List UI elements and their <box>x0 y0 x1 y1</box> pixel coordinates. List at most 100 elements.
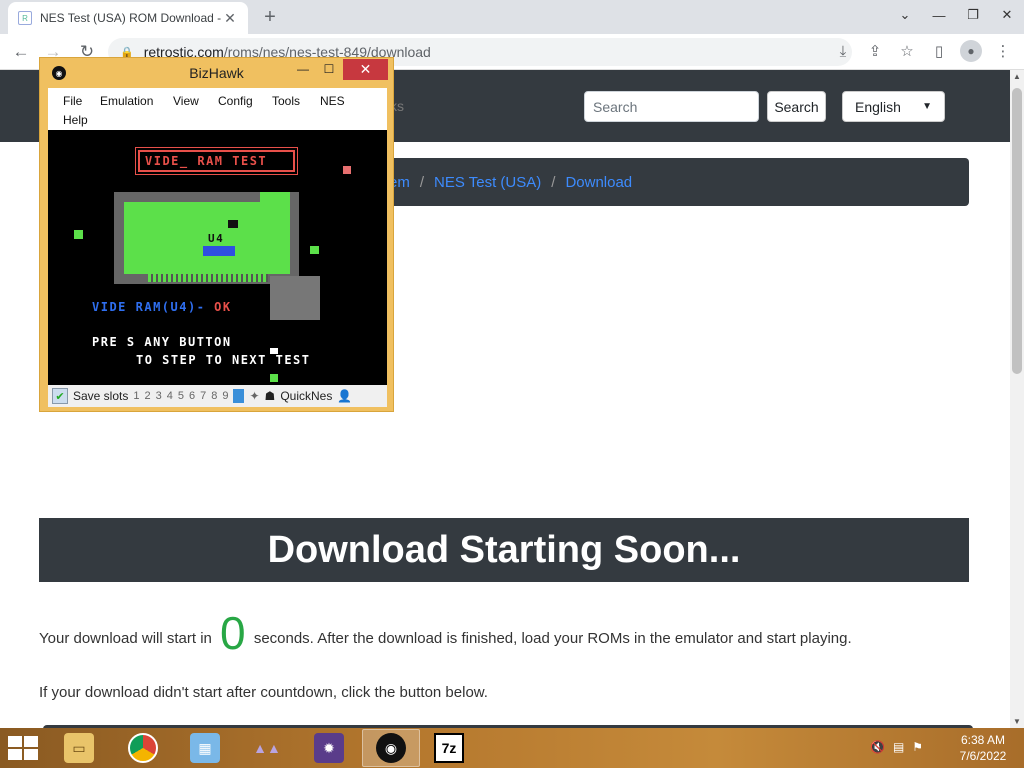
save-slot-8[interactable]: 8 <box>211 390 217 402</box>
volume-muted-icon[interactable]: 🔇 <box>870 740 885 754</box>
browser-tab-strip: R NES Test (USA) ROM Download - ✕ + ⌄ — … <box>0 0 1024 34</box>
prompt-line-2: TO STEP TO NEXT TEST <box>136 353 311 367</box>
minimize-button[interactable]: — <box>922 0 956 30</box>
side-panel-icon[interactable]: ▯ <box>928 40 950 64</box>
taskbar-app-cat[interactable]: ✹ <box>300 729 358 767</box>
green-pixel-left <box>74 230 83 239</box>
chip-label: U4 <box>208 232 225 245</box>
folder-icon: ▭ <box>64 733 94 763</box>
bizhawk-minimize-button[interactable]: — <box>292 62 314 82</box>
core-name: QuickNes <box>280 389 333 403</box>
red-pixel <box>343 166 351 174</box>
search-input[interactable]: Search <box>584 91 759 122</box>
tab-search-button[interactable]: ⌄ <box>888 0 922 30</box>
bizhawk-title: BizHawk <box>189 65 244 81</box>
scroll-up-icon[interactable]: ▲ <box>1010 72 1024 81</box>
clock-time: 6:38 AM <box>960 733 1006 747</box>
share-icon[interactable]: ⇪ <box>864 40 886 64</box>
save-slot-1[interactable]: 1 <box>133 390 139 402</box>
taskbar-chrome[interactable] <box>114 729 172 767</box>
new-tab-button[interactable]: + <box>258 6 282 30</box>
save-slot-6[interactable]: 6 <box>189 390 195 402</box>
bizhawk-menubar: File Emulation View Config Tools NES Hel… <box>48 88 387 130</box>
close-window-button[interactable]: ✕ <box>990 0 1024 30</box>
taskbar-file-explorer[interactable]: ▭ <box>50 729 108 767</box>
prompt-line-1: PRE S ANY BUTTON <box>92 335 232 349</box>
restore-button[interactable]: ❐ <box>956 0 990 30</box>
system-tray: 🔇 ▤ ⚑ <box>870 740 923 754</box>
white-pixel <box>270 348 278 354</box>
chip-board-notch <box>260 192 290 204</box>
tab-title: NES Test (USA) ROM Download - <box>40 11 222 25</box>
bizhawk-window: ◉ BizHawk — ☐ ✕ File Emulation View Conf… <box>39 57 394 412</box>
download-heading: Download Starting Soon... <box>39 518 969 582</box>
checkmark-icon[interactable]: ✔ <box>52 388 68 404</box>
toolbar-actions: ⤓ ⇪ ☆ ▯ ● ⋮ <box>832 40 1014 64</box>
chip-blue-block <box>203 246 235 256</box>
language-select[interactable]: English ▼ <box>842 91 945 122</box>
user-icon: 👤 <box>337 389 353 403</box>
save-slot-4[interactable]: 4 <box>167 390 173 402</box>
page-scrollbar[interactable]: ▲ ▼ <box>1010 70 1024 728</box>
taskbar-clock[interactable]: 6:38 AM 7/6/2022 <box>950 732 1016 764</box>
breadcrumb-item-game[interactable]: NES Test (USA) <box>434 174 541 191</box>
save-slots-label: Save slots <box>73 389 129 403</box>
menu-view[interactable]: View <box>173 94 199 108</box>
windows-taskbar: ▭ ▦ ▲▲ ✹ ◉ 7z 🔇 ▤ ⚑ 6:38 AM 7/6/2022 <box>0 728 1024 768</box>
save-slot-5[interactable]: 5 <box>178 390 184 402</box>
sevenzip-icon: 7z <box>434 733 464 763</box>
clock-date: 7/6/2022 <box>959 749 1007 763</box>
countdown-paragraph: Your download will start in 0 seconds. A… <box>39 606 979 660</box>
control-panel-icon: ▦ <box>190 733 220 763</box>
fallback-text: If your download didn't start after coun… <box>39 684 488 701</box>
bizhawk-maximize-button[interactable]: ☐ <box>318 62 340 82</box>
menu-help[interactable]: Help <box>63 113 88 127</box>
countdown-value: 0 <box>220 607 246 659</box>
search-button[interactable]: Search <box>767 91 826 122</box>
menu-file[interactable]: File <box>63 94 82 108</box>
bookmark-star-icon[interactable]: ☆ <box>896 40 918 64</box>
taskbar-bizhawk[interactable]: ◉ <box>362 729 420 767</box>
chip-board <box>124 202 290 274</box>
emulator-screen[interactable]: VIDE_ RAM TEST U4 VIDE RAM(U4)- OK PRE S… <box>48 130 387 385</box>
chevron-down-icon: ▼ <box>922 101 932 112</box>
menu-nes[interactable]: NES <box>320 94 345 108</box>
bizhawk-statusbar: ✔ Save slots 1 2 3 4 5 6 7 8 9 ✦ ☗ Quick… <box>48 385 387 407</box>
install-app-icon[interactable]: ⤓ <box>832 40 854 64</box>
taskbar-7zip[interactable]: 7z <box>420 729 478 767</box>
tab-nes-test-download[interactable]: R NES Test (USA) ROM Download - ✕ <box>8 2 248 34</box>
profile-avatar-icon[interactable]: ● <box>960 40 982 62</box>
taskbar-app-triangles[interactable]: ▲▲ <box>238 729 296 767</box>
result-ok: OK <box>214 300 232 314</box>
save-slot-0-active[interactable] <box>233 389 245 403</box>
menu-tools[interactable]: Tools <box>272 94 300 108</box>
bizhawk-close-button[interactable]: ✕ <box>343 59 388 80</box>
browser-window-controls: ⌄ — ❐ ✕ <box>888 0 1024 30</box>
green-pixel-bottom <box>270 374 278 382</box>
menu-config[interactable]: Config <box>218 94 253 108</box>
action-center-icon[interactable]: ⚑ <box>912 740 923 754</box>
scroll-down-icon[interactable]: ▼ <box>1010 717 1024 726</box>
save-slot-9[interactable]: 9 <box>222 390 228 402</box>
save-slot-3[interactable]: 3 <box>156 390 162 402</box>
back-arrow-icon[interactable]: ← <box>8 40 34 64</box>
test-banner-text: VIDE_ RAM TEST <box>145 154 268 168</box>
windows-start-icon[interactable] <box>8 736 38 760</box>
menu-emulation[interactable]: Emulation <box>100 94 153 108</box>
result-text: VIDE RAM(U4)- OK <box>92 300 232 314</box>
save-slot-7[interactable]: 7 <box>200 390 206 402</box>
scrollbar-thumb[interactable] <box>1012 88 1022 374</box>
breadcrumb-separator: / <box>551 173 556 191</box>
chrome-icon <box>128 733 158 763</box>
breadcrumb-item-download[interactable]: Download <box>565 174 632 191</box>
save-slot-2[interactable]: 2 <box>144 390 150 402</box>
network-icon[interactable]: ▤ <box>893 740 904 754</box>
tab-close-icon[interactable]: ✕ <box>222 10 238 27</box>
taskbar-control-panel[interactable]: ▦ <box>176 729 234 767</box>
result-label: VIDE RAM(U4)- <box>92 300 206 314</box>
breadcrumb-separator: / <box>419 173 425 191</box>
core-icon: ☗ <box>264 389 276 403</box>
cat-app-icon: ✹ <box>314 733 344 763</box>
menu-kebab-icon[interactable]: ⋮ <box>992 40 1014 64</box>
green-pixel-right <box>310 246 319 254</box>
